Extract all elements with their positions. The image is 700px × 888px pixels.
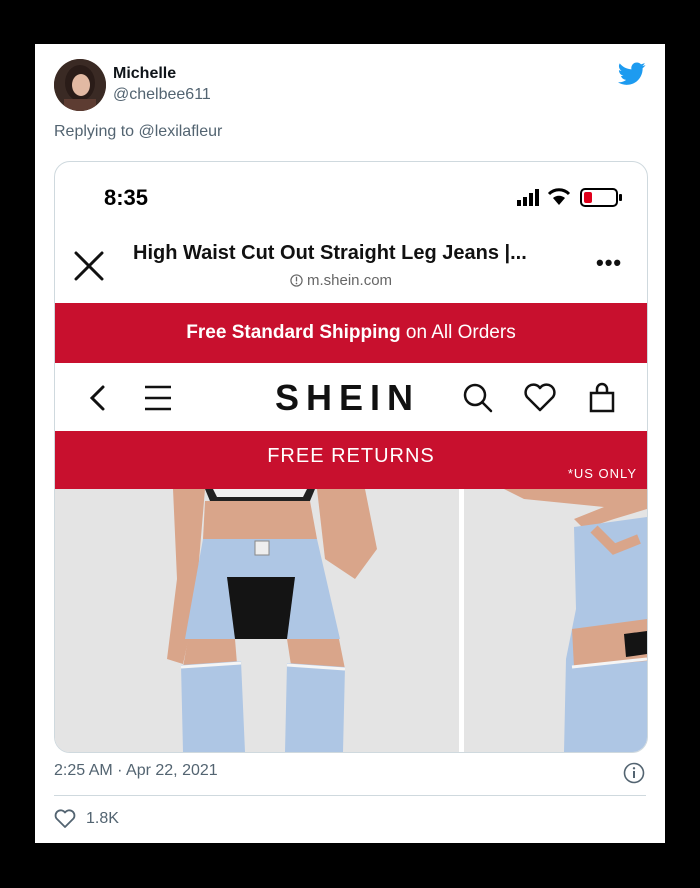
product-photos xyxy=(55,489,647,752)
close-icon[interactable] xyxy=(71,248,107,284)
more-options-button[interactable]: ••• xyxy=(596,250,622,276)
user-handle[interactable]: @chelbee611 xyxy=(113,86,211,104)
page-title: High Waist Cut Out Straight Leg Jeans |.… xyxy=(133,242,527,264)
tweet-timestamp[interactable]: 2:25 AM · Apr 22, 2021 xyxy=(54,762,218,780)
search-icon[interactable] xyxy=(461,381,495,415)
shipping-bold-text: Free Standard Shipping xyxy=(186,322,401,343)
info-icon xyxy=(290,274,303,287)
status-bar-icons xyxy=(517,188,622,207)
bag-icon[interactable] xyxy=(585,381,619,415)
shein-nav-bar: SHEIN xyxy=(55,363,647,431)
replying-to-mention[interactable]: @lexilafleur xyxy=(139,123,223,140)
status-bar-time: 8:35 xyxy=(104,185,149,210)
like-count: 1.8K xyxy=(86,810,119,827)
product-photo-front[interactable] xyxy=(55,489,459,752)
display-name[interactable]: Michelle xyxy=(113,65,176,83)
free-shipping-banner[interactable]: Free Standard Shipping on All Orders xyxy=(55,303,647,363)
free-returns-banner[interactable]: FREE RETURNS *US ONLY xyxy=(55,431,647,489)
like-icon xyxy=(54,809,76,828)
replying-to: Replying to @lexilafleur xyxy=(54,123,222,141)
divider xyxy=(54,795,646,796)
tweet-card: Michelle @chelbee611 Replying to @lexila… xyxy=(35,44,665,843)
like-button[interactable]: 1.8K xyxy=(54,809,119,829)
page-url: m.shein.com xyxy=(290,272,392,289)
tweet-media-screenshot[interactable]: 8:35 High Waist Cut Out Straight Leg Jea… xyxy=(54,161,648,753)
shipping-rest-text: on All Orders xyxy=(400,322,516,343)
back-chevron-icon[interactable] xyxy=(81,381,115,415)
shein-logo[interactable]: SHEIN xyxy=(275,377,420,419)
info-icon[interactable] xyxy=(623,762,645,784)
product-photo-side[interactable] xyxy=(464,489,647,752)
twitter-bird-icon xyxy=(618,62,646,85)
avatar[interactable] xyxy=(54,59,106,111)
page-url-text: m.shein.com xyxy=(307,272,393,289)
us-only-note: *US ONLY xyxy=(567,466,637,481)
menu-icon[interactable] xyxy=(141,381,175,415)
free-returns-text: FREE RETURNS xyxy=(267,445,435,467)
heart-icon[interactable] xyxy=(523,381,557,415)
replying-prefix: Replying to xyxy=(54,123,135,140)
